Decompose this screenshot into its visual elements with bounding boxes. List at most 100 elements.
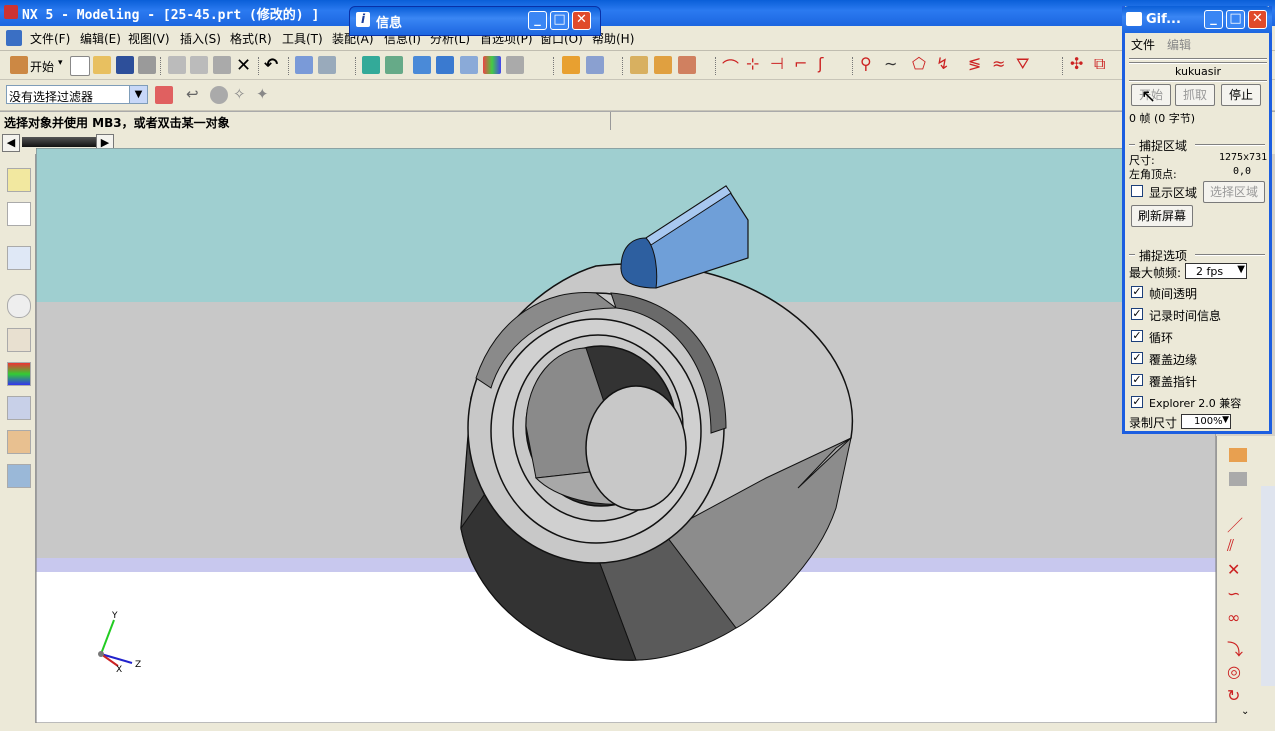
gif-maximize-button[interactable]: □: [1226, 10, 1245, 29]
more-icon[interactable]: ⌄: [1241, 706, 1249, 717]
shaded-edges-icon[interactable]: [436, 56, 454, 74]
assembly-navigator-icon[interactable]: [7, 168, 31, 192]
block-icon[interactable]: [1229, 448, 1247, 462]
option-checkbox-4[interactable]: ✓: [1131, 374, 1143, 386]
new-file-icon[interactable]: [70, 56, 90, 76]
copy-icon[interactable]: [190, 56, 208, 74]
spline-tool-icon[interactable]: ∽: [1227, 584, 1240, 603]
delete-icon[interactable]: ✕: [236, 55, 251, 76]
maximize-button[interactable]: □: [550, 11, 569, 30]
curve-tool-icon[interactable]: ⤵: [1227, 636, 1243, 660]
mirror-icon[interactable]: ⧉: [1094, 54, 1105, 74]
spline-icon[interactable]: ∼: [884, 54, 897, 73]
option-checkbox-5[interactable]: ✓: [1131, 396, 1143, 408]
sketch-offset-icon[interactable]: ʃ: [818, 54, 823, 73]
option-checkbox-2[interactable]: ✓: [1131, 330, 1143, 342]
line-icon[interactable]: ／: [1227, 512, 1243, 536]
extrude-icon[interactable]: ⬠: [912, 54, 926, 73]
save-icon[interactable]: [116, 56, 134, 74]
graphics-window[interactable]: Y X Z: [35, 147, 1217, 724]
history-icon[interactable]: [7, 294, 31, 318]
layer-icon[interactable]: [506, 56, 524, 74]
sketch-trim-icon[interactable]: ⊣: [770, 54, 784, 73]
snap-point-icon[interactable]: ✧: [233, 85, 246, 103]
measure-icon[interactable]: [630, 56, 648, 74]
refresh-screen-button[interactable]: 刷新屏幕: [1131, 205, 1193, 227]
eraser-icon[interactable]: [210, 86, 228, 104]
feature-icon[interactable]: [586, 56, 604, 74]
selection-filter-select[interactable]: 没有选择过滤器 ▼: [6, 85, 148, 104]
menu-file[interactable]: 文件(F): [30, 30, 70, 47]
option-checkbox-0[interactable]: ✓: [1131, 286, 1143, 298]
snap-end-icon[interactable]: ✦: [256, 85, 269, 103]
reuse-library-icon[interactable]: [7, 328, 31, 352]
gif-close-button[interactable]: ✕: [1248, 10, 1267, 29]
revolve-icon[interactable]: ↯: [936, 54, 949, 73]
sketch-corner-icon[interactable]: ⌐: [794, 54, 807, 73]
menu-tools[interactable]: 工具(T): [282, 30, 323, 47]
option-checkbox-1[interactable]: ✓: [1131, 308, 1143, 320]
scroll-left-icon[interactable]: ◀: [2, 134, 20, 152]
point-icon[interactable]: ✕: [1227, 560, 1240, 579]
part-navigator-icon[interactable]: [7, 202, 31, 226]
scroll-thumb[interactable]: [22, 137, 96, 147]
minimize-button[interactable]: _: [528, 11, 547, 30]
undo-icon[interactable]: ↶: [264, 55, 278, 75]
sketch-line-icon[interactable]: ⌒: [722, 54, 739, 79]
menu-edit[interactable]: 编辑(E): [80, 30, 121, 47]
close-button[interactable]: ✕: [572, 11, 591, 30]
max-fps-select[interactable]: 2 fps ▼: [1185, 263, 1247, 279]
show-area-checkbox[interactable]: [1131, 185, 1143, 197]
start-button[interactable]: 开始: [30, 58, 54, 75]
pattern-icon[interactable]: ✣: [1070, 54, 1083, 73]
select-type-icon[interactable]: [155, 86, 173, 104]
gif-stop-button[interactable]: 停止: [1221, 84, 1261, 106]
select-back-icon[interactable]: ↩: [186, 85, 199, 103]
analyze-icon[interactable]: [678, 56, 696, 74]
paste-icon[interactable]: [213, 56, 231, 74]
menu-insert[interactable]: 插入(S): [180, 30, 221, 47]
open-folder-icon[interactable]: [93, 56, 111, 74]
chamfer-icon[interactable]: ⛛: [1016, 54, 1029, 74]
system-scenes-icon[interactable]: [7, 464, 31, 488]
gif-minimize-button[interactable]: _: [1204, 10, 1223, 29]
record-size-select[interactable]: 100% ▼: [1181, 414, 1231, 429]
sketch-point-icon[interactable]: ⊹: [746, 54, 759, 73]
gif-capture-button[interactable]: 抓取: [1175, 84, 1215, 106]
info-window[interactable]: i 信息 _ □ ✕: [349, 6, 601, 36]
curve-icon[interactable]: [562, 56, 580, 74]
shaded-view-icon[interactable]: [413, 56, 431, 74]
chevron-down-icon[interactable]: ▼: [129, 86, 147, 103]
model-view[interactable]: Y X Z: [35, 147, 1217, 724]
start-dropdown-icon[interactable]: ▾: [58, 58, 63, 68]
select-area-button[interactable]: 选择区域: [1203, 181, 1265, 203]
gif-menu-file[interactable]: 文件: [1131, 36, 1155, 53]
color-icon[interactable]: [483, 56, 501, 74]
fit-view-icon[interactable]: [385, 56, 403, 74]
print-icon[interactable]: [138, 56, 156, 74]
roles-icon[interactable]: [7, 430, 31, 454]
sweep-icon[interactable]: ≶: [968, 54, 981, 73]
option-checkbox-3[interactable]: ✓: [1131, 352, 1143, 364]
edit-object-icon[interactable]: [295, 56, 313, 74]
blend-icon[interactable]: ≈: [992, 54, 1005, 73]
constraint-icon[interactable]: ⚲: [860, 54, 872, 73]
system-materials-icon[interactable]: [7, 396, 31, 420]
cylinder-icon[interactable]: [1229, 472, 1247, 486]
menu-view[interactable]: 视图(V): [128, 30, 170, 47]
circle-icon[interactable]: ◎: [1227, 662, 1241, 681]
palette-icon[interactable]: [7, 362, 31, 386]
angle-icon[interactable]: [654, 56, 672, 74]
gif-menu-edit[interactable]: 编辑: [1167, 36, 1191, 53]
web-browser-icon[interactable]: [7, 246, 31, 270]
nx-menu-icon[interactable]: [6, 30, 22, 46]
display-icon[interactable]: [318, 56, 336, 74]
menu-format[interactable]: 格式(R): [230, 30, 272, 47]
cut-icon[interactable]: [168, 56, 186, 74]
refresh-view-icon[interactable]: [362, 56, 380, 74]
arc-icon[interactable]: ⫽: [1227, 536, 1234, 556]
gif-title-bar[interactable]: Gif... _ □ ✕: [1122, 6, 1272, 33]
wireframe-icon[interactable]: [460, 56, 478, 74]
fillet-icon[interactable]: ∞: [1227, 608, 1240, 627]
rotate-icon[interactable]: ↻: [1227, 686, 1240, 705]
